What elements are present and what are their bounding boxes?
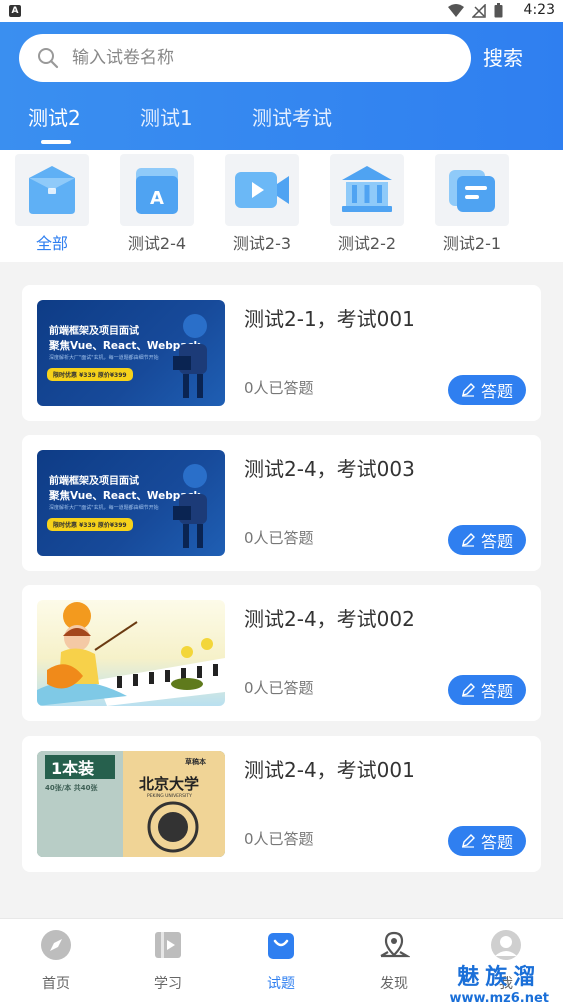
notebook-name: 北京大学 — [139, 775, 200, 793]
tabbar-questions[interactable]: 试题 — [241, 929, 321, 993]
category-all[interactable]: 全部 — [14, 154, 90, 256]
institution-icon — [342, 166, 392, 212]
answer-button[interactable]: 答题 — [448, 826, 526, 856]
exam-answer-count: 0人已答题 — [244, 830, 314, 848]
category-label: 全部 — [35, 234, 68, 253]
category-label: 测试2-2 — [337, 234, 397, 253]
exam-card[interactable]: 1本装 40张/本 共40张 草稿本 北京大学 PEKING UNIVERSIT… — [22, 736, 541, 872]
answer-button[interactable]: 答题 — [448, 375, 526, 405]
exam-title: 测试2-1，考试001 — [244, 307, 415, 331]
user-avatar-icon — [491, 930, 521, 960]
category-icon-box — [435, 154, 509, 226]
briefcase-icon — [29, 166, 75, 214]
answer-button-label: 答题 — [480, 833, 513, 852]
banner-description: 深度解析大厂"面试"玄机，每一道题都由细节开始 — [49, 355, 159, 361]
person-illustration — [173, 314, 207, 398]
wifi-icon — [448, 3, 464, 17]
exam-title: 测试2-4，考试003 — [244, 457, 415, 481]
svg-text:A: A — [150, 188, 164, 209]
tabbar-study[interactable]: 学习 — [128, 929, 208, 993]
search-box[interactable] — [19, 34, 471, 82]
notebook-brand: 草稿本 — [185, 758, 206, 766]
answer-button[interactable]: 答题 — [448, 525, 526, 555]
exam-answer-count: 0人已答题 — [244, 679, 314, 697]
edit-icon — [461, 834, 475, 848]
document-stack-icon — [449, 170, 495, 212]
category-icon-box — [225, 154, 299, 226]
exam-thumbnail: 1本装 40张/本 共40张 草稿本 北京大学 PEKING UNIVERSIT… — [37, 751, 225, 857]
banner-price: 限时优惠 ¥339 原价¥399 — [47, 368, 133, 381]
tabbar-label: 试题 — [267, 976, 295, 992]
cartoon-girl-piano-illustration — [37, 602, 225, 706]
tab-test-exam[interactable]: 测试考试 — [252, 102, 332, 131]
tab-test2[interactable]: 测试2 — [28, 102, 81, 131]
banner-price: 限时优惠 ¥339 原价¥399 — [47, 518, 133, 531]
edit-icon — [461, 383, 475, 397]
edit-icon — [461, 533, 475, 547]
category-label: 测试2-3 — [232, 234, 292, 253]
notebook-spec: 40张/本 共40张 — [45, 784, 98, 792]
compass-icon — [41, 930, 71, 960]
category-label: 测试2-4 — [127, 234, 187, 253]
category-test2-4[interactable]: A 测试2-4 — [119, 154, 195, 256]
letter-a-icon: A — [136, 168, 178, 214]
answer-button-label: 答题 — [480, 382, 513, 401]
header: 搜索 测试2 测试1 测试考试 — [0, 22, 563, 150]
exam-title: 测试2-4，考试001 — [244, 758, 415, 782]
shopping-bag-icon — [268, 933, 294, 959]
category-test2-2[interactable]: 测试2-2 — [329, 154, 405, 256]
status-time: 4:23 — [523, 2, 555, 18]
category-row: 全部 A 测试2-4 测试2-3 测试2-2 测试2-1 — [0, 150, 563, 262]
no-signal-icon — [472, 3, 486, 18]
exam-title: 测试2-4，考试002 — [244, 607, 415, 631]
exam-thumbnail — [37, 600, 225, 706]
answer-button-label: 答题 — [480, 532, 513, 551]
exam-card[interactable]: 前端框架及项目面试 聚焦Vue、React、Webpack 深度解析大厂"面试"… — [22, 285, 541, 421]
status-bar: A 4:23 — [0, 0, 563, 22]
status-icons — [448, 3, 503, 18]
answer-button-label: 答题 — [480, 682, 513, 701]
banner-title: 前端框架及项目面试 — [49, 476, 139, 487]
watermark-url: www.mz6.net — [449, 991, 549, 1002]
watermark-text: 魅族溜 — [457, 964, 542, 990]
tabbar-label: 学习 — [154, 976, 182, 992]
battery-icon — [494, 3, 503, 18]
banner-title: 前端框架及项目面试 — [49, 326, 139, 337]
exam-card[interactable]: 测试2-4，考试002 0人已答题 答题 — [22, 585, 541, 721]
exam-thumbnail: 前端框架及项目面试 聚焦Vue、React、Webpack 深度解析大厂"面试"… — [37, 300, 225, 406]
active-tab-indicator — [41, 140, 71, 144]
category-icon-box: A — [120, 154, 194, 226]
tab-test1[interactable]: 测试1 — [140, 102, 193, 131]
app-notification-icon: A — [9, 5, 21, 17]
search-input[interactable] — [72, 34, 452, 82]
answer-button[interactable]: 答题 — [448, 675, 526, 705]
banner-description: 深度解析大厂"面试"玄机，每一道题都由细节开始 — [49, 505, 159, 511]
category-test2-3[interactable]: 测试2-3 — [224, 154, 300, 256]
category-test2-1[interactable]: 测试2-1 — [434, 154, 510, 256]
tab-bar: 测试2 测试1 测试考试 — [0, 102, 563, 150]
category-icon-box — [330, 154, 404, 226]
category-label: 测试2-1 — [442, 234, 502, 253]
edit-icon — [461, 683, 475, 697]
exam-answer-count: 0人已答题 — [244, 529, 314, 547]
bottom-tab-bar: 首页 学习 试题 发现 我 魅族溜 www.mz6.net — [0, 918, 563, 1002]
exam-answer-count: 0人已答题 — [244, 379, 314, 397]
notebook-name-english: PEKING UNIVERSITY — [147, 794, 192, 799]
book-play-icon — [155, 932, 181, 958]
search-icon — [38, 48, 59, 69]
search-button[interactable]: 搜索 — [483, 42, 523, 71]
watermark: 魅族溜 www.mz6.net — [449, 959, 549, 1002]
person-illustration — [173, 464, 207, 548]
tabbar-label: 首页 — [42, 976, 70, 992]
exam-thumbnail: 前端框架及项目面试 聚焦Vue、React、Webpack 深度解析大厂"面试"… — [37, 450, 225, 556]
map-pin-icon — [380, 931, 412, 958]
tabbar-label: 发现 — [380, 976, 408, 992]
exam-card[interactable]: 前端框架及项目面试 聚焦Vue、React、Webpack 深度解析大厂"面试"… — [22, 435, 541, 571]
tabbar-home[interactable]: 首页 — [16, 929, 96, 993]
tabbar-discover[interactable]: 发现 — [354, 929, 434, 993]
video-camera-icon — [235, 172, 289, 208]
category-icon-box — [15, 154, 89, 226]
notebook-tag: 1本装 — [51, 759, 95, 778]
